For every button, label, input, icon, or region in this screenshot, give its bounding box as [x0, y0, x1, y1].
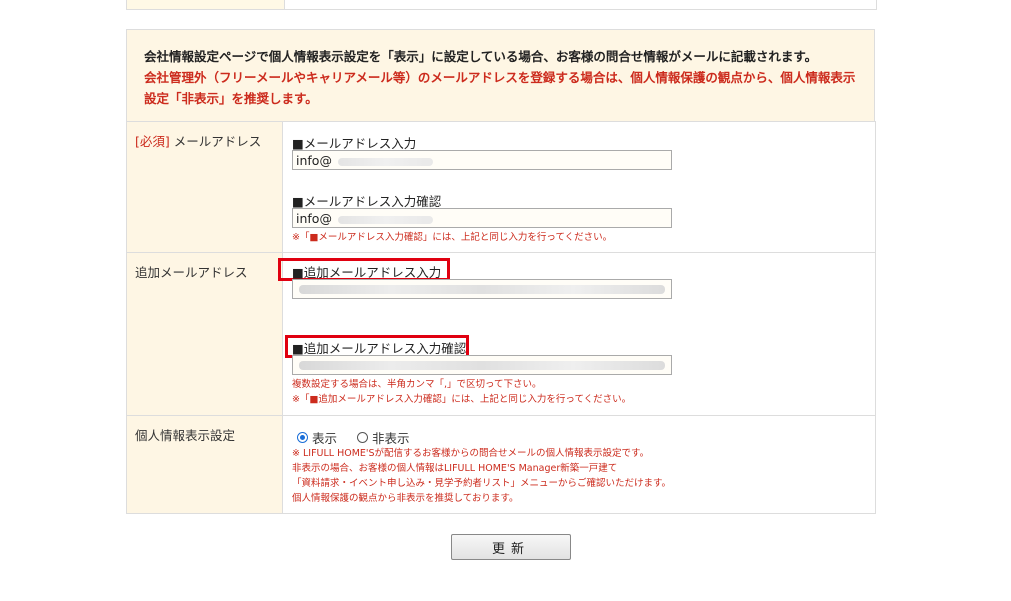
email-label: メールアドレス	[173, 134, 262, 149]
privacy-row: 個人情報表示設定 表示 非表示 ※ LIFULL HOME'Sが配信するお客様か…	[126, 415, 876, 514]
additional-email-confirm-input[interactable]	[292, 355, 672, 375]
privacy-label: 個人情報表示設定	[135, 428, 236, 443]
privacy-note-2: 非表示の場合、お客様の個人情報はLIFULL HOME'S Manager新築一…	[292, 463, 618, 474]
comma-separator-note: 複数設定する場合は、半角カンマ「,」で区切って下さい。	[292, 379, 542, 390]
privacy-row-label: 個人情報表示設定	[126, 415, 283, 514]
email-row-label: [必須] メールアドレス	[126, 121, 283, 253]
previous-table-remnant	[126, 0, 877, 10]
privacy-radio-group: 表示 非表示	[297, 428, 410, 447]
email-row: [必須] メールアドレス ■メールアドレス入力 info@ ■メールアドレス入力…	[126, 121, 876, 253]
additional-email-label: 追加メールアドレス	[135, 265, 248, 280]
additional-email-confirm-note: ※「■追加メールアドレス入力確認」には、上記と同じ入力を行ってください。	[292, 394, 632, 405]
notice-line-1: 会社情報設定ページで個人情報表示設定を「表示」に設定している場合、お客様の問合せ…	[144, 49, 818, 64]
privacy-note-3: 「資料請求・イベント申し込み・見学予約者リスト」メニューからご確認いただけます。	[292, 478, 672, 489]
radio-hide-icon[interactable]	[357, 432, 368, 443]
additional-email-row: 追加メールアドレス ■追加メールアドレス入力 ■追加メールアドレス入力確認 複数…	[126, 252, 876, 416]
email-input-value: info@	[296, 153, 332, 168]
redacted-text	[337, 215, 433, 224]
redacted-text	[337, 157, 433, 166]
additional-email-row-label: 追加メールアドレス	[126, 252, 283, 416]
required-tag: [必須]	[135, 134, 170, 149]
radio-show-selected-icon[interactable]	[297, 432, 308, 443]
email-confirm-input[interactable]: info@	[292, 208, 672, 228]
privacy-note-4: 個人情報保護の観点から非表示を推奨しております。	[292, 493, 519, 504]
radio-hide-label: 非表示	[372, 431, 410, 446]
email-input[interactable]: info@	[292, 150, 672, 170]
update-button[interactable]: 更新	[451, 534, 571, 560]
redacted-text	[299, 361, 665, 370]
email-confirm-value: info@	[296, 211, 332, 226]
privacy-note-1: ※ LIFULL HOME'Sが配信するお客様からの問合せメールの個人情報表示設…	[292, 448, 650, 459]
redacted-text	[299, 285, 665, 294]
radio-show-label: 表示	[312, 431, 338, 446]
email-settings-table: [必須] メールアドレス ■メールアドレス入力 info@ ■メールアドレス入力…	[126, 121, 876, 514]
email-confirm-note: ※「■メールアドレス入力確認」には、上記と同じ入力を行ってください。	[292, 232, 613, 243]
radio-hide[interactable]: 非表示	[357, 428, 410, 447]
notice-line-2: 会社管理外（フリーメールやキャリアメール等）のメールアドレスを登録する場合は、個…	[144, 70, 856, 106]
privacy-notice-box: 会社情報設定ページで個人情報表示設定を「表示」に設定している場合、お客様の問合せ…	[126, 29, 875, 122]
additional-email-input[interactable]	[292, 279, 672, 299]
radio-show[interactable]: 表示	[297, 428, 337, 447]
